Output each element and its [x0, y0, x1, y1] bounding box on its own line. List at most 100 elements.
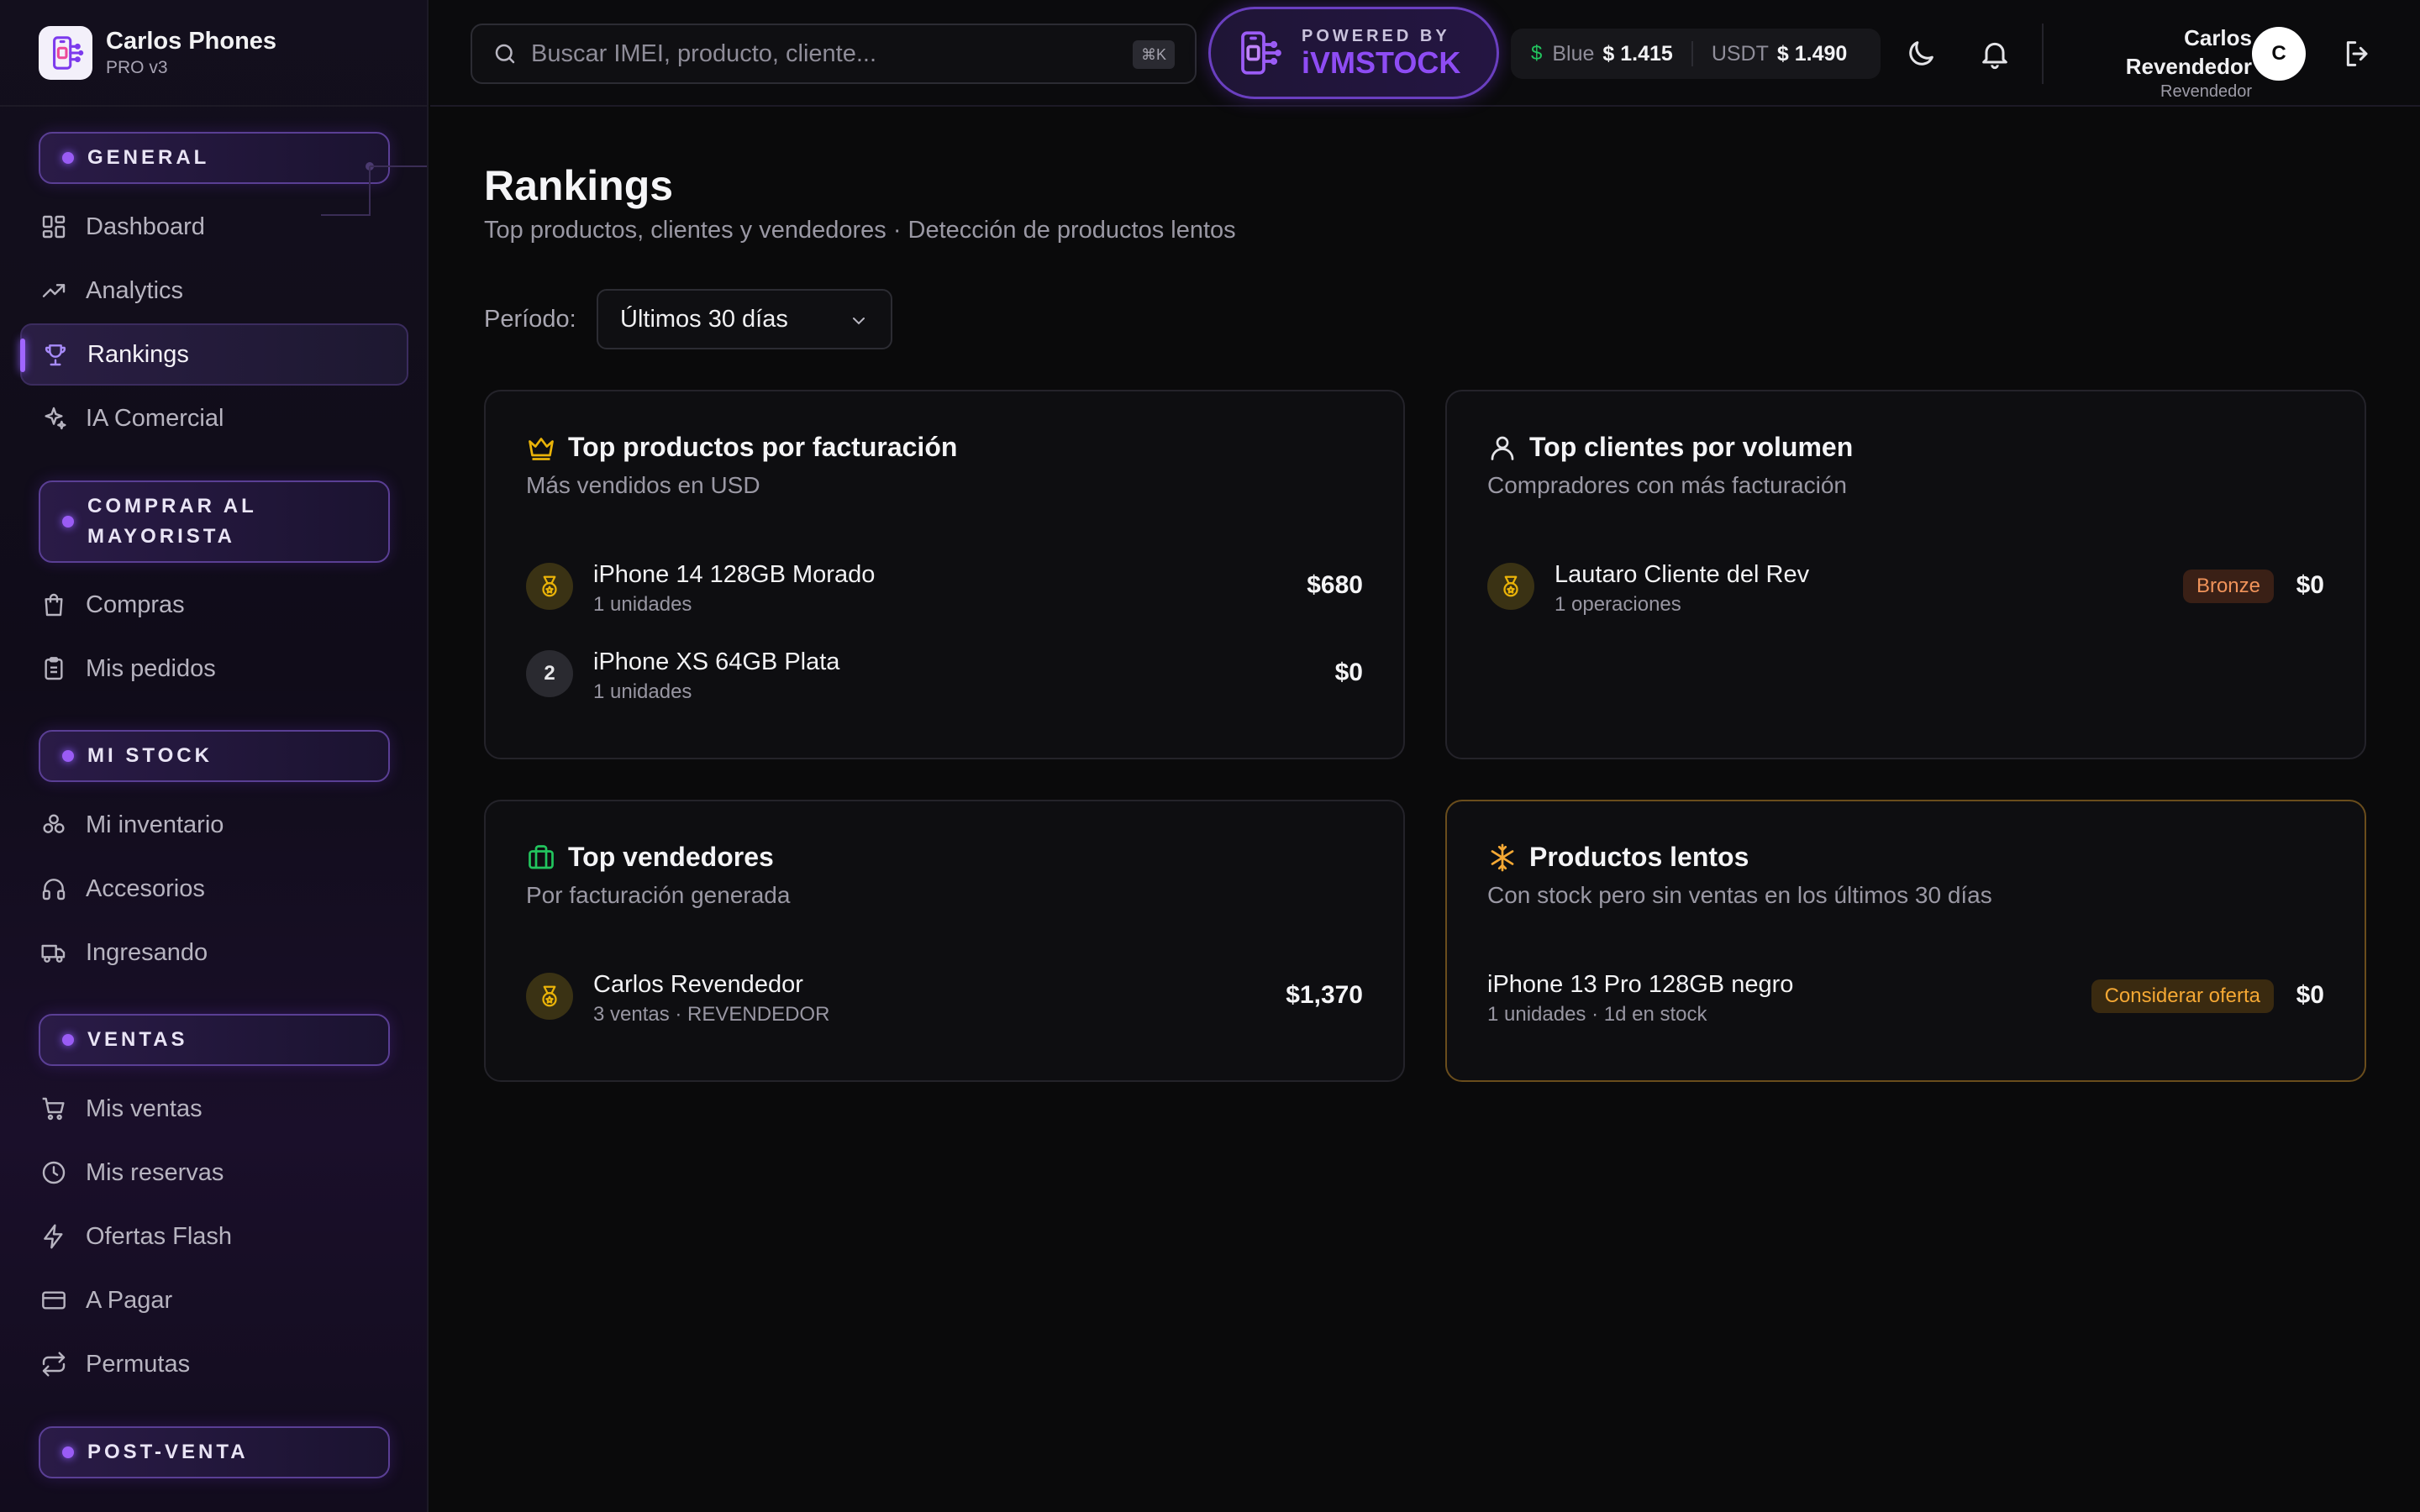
boxes-icon: [43, 814, 65, 833]
rate-usdt-value: $ 1.490: [1776, 41, 1848, 66]
logout-icon[interactable]: [2341, 37, 2375, 71]
sidebar-item-label: Ingresando: [86, 938, 208, 966]
brand-version: PRO v3: [106, 57, 168, 77]
bell-icon[interactable]: [1978, 37, 2012, 71]
product-units: 1 unidades: [593, 680, 692, 703]
cart-icon: [42, 1097, 65, 1121]
sidebar-item-label: Ofertas Flash: [86, 1222, 233, 1250]
client-operations: 1 operaciones: [1555, 593, 1681, 616]
product-name: iPhone XS 64GB Plata: [593, 648, 840, 675]
sidebar-item-permutas[interactable]: Permutas: [20, 1333, 408, 1395]
product-amount: $0: [1334, 659, 1363, 686]
sidebar-item-label: Mis pedidos: [86, 654, 216, 682]
section-label: POST-VENTA: [87, 1441, 249, 1463]
page-subtitle: Top productos, clientes y vendedores · D…: [484, 217, 1236, 244]
section-post-venta[interactable]: POST-VENTA: [39, 1426, 390, 1478]
search-input[interactable]: [531, 39, 1119, 68]
section-label: MI STOCK: [87, 744, 213, 767]
sidebar-item-analytics[interactable]: Analytics: [20, 260, 408, 322]
card-title: Top vendedores: [568, 842, 774, 872]
card-title: Top clientes por volumen: [1529, 432, 1854, 462]
sidebar-item-label: Analytics: [86, 276, 184, 304]
dashboard-icon: [42, 215, 66, 239]
rate-blue-label: Blue: [1552, 41, 1595, 66]
sidebar-item-label: Accesorios: [86, 874, 205, 902]
rate-usdt-label: USDT: [1711, 41, 1769, 66]
clock-icon: [42, 1161, 66, 1184]
ivmstock-logo-icon: [1241, 31, 1281, 75]
user-info[interactable]: Carlos Revendedor Revendedor: [2042, 24, 2252, 101]
clipboard-icon: [45, 657, 63, 680]
trending-up-icon: [42, 284, 66, 297]
section-mi-stock[interactable]: MI STOCK: [39, 730, 390, 782]
moon-icon[interactable]: [1904, 37, 1938, 71]
sidebar-item-label: Mis ventas: [86, 1095, 203, 1122]
sidebar-item-mis-pedidos[interactable]: Mis pedidos: [20, 638, 408, 700]
sidebar-item-a-pagar[interactable]: A Pagar: [20, 1269, 408, 1331]
period-value: Últimos 30 días: [620, 305, 788, 333]
client-amount: $0: [2296, 571, 2324, 599]
section-ventas[interactable]: VENTAS: [39, 1014, 390, 1066]
seller-meta: 3 ventas · REVENDEDOR: [593, 1003, 830, 1026]
topbar: ⌘K POWERED BY iVMSTOCK $ Blue $ 1.415 US…: [430, 0, 2420, 107]
medal-icon: [1487, 563, 1534, 610]
card-subtitle: Con stock pero sin ventas en los últimos…: [1487, 882, 1992, 908]
rank-number: 2: [526, 650, 573, 697]
truck-icon: [41, 944, 66, 963]
list-item[interactable]: 2 iPhone XS 64GB Plata 1 unidades $0: [526, 643, 1363, 704]
card-top-sellers: Top vendedores Por facturación generada …: [484, 800, 1405, 1082]
sidebar-item-compras[interactable]: Compras: [20, 574, 408, 636]
sidebar-item-ofertas-flash[interactable]: Ofertas Flash: [20, 1205, 408, 1268]
sidebar-item-mi-inventario[interactable]: Mi inventario: [20, 794, 408, 856]
section-label-line2: MAYORISTA: [87, 525, 236, 548]
sidebar: Carlos Phones PRO v3 GENERAL Dashboard A…: [0, 0, 429, 1512]
sidebar-item-label: Mi inventario: [86, 811, 224, 838]
product-name: iPhone 14 128GB Morado: [593, 561, 876, 588]
period-select[interactable]: Últimos 30 días: [597, 289, 892, 349]
section-dot-icon: [62, 152, 74, 164]
brand[interactable]: Carlos Phones PRO v3: [0, 0, 427, 107]
sidebar-item-ia-comercial[interactable]: IA Comercial: [20, 387, 408, 449]
section-comprar-mayorista[interactable]: COMPRAR AL MAYORISTA: [39, 480, 390, 563]
user-icon: [1491, 436, 1514, 460]
section-label: VENTAS: [87, 1028, 188, 1051]
brand-logo-icon: [39, 25, 92, 80]
list-item[interactable]: iPhone 14 128GB Morado 1 unidades $680: [526, 556, 1363, 617]
offer-badge[interactable]: Considerar oferta: [2091, 979, 2274, 1013]
card-subtitle: Compradores con más facturación: [1487, 472, 1847, 498]
card-top-clients: Top clientes por volumen Compradores con…: [1445, 390, 2366, 759]
section-dot-icon: [62, 1034, 74, 1046]
sidebar-item-label: Permutas: [86, 1350, 191, 1378]
chevron-down-icon: [853, 318, 865, 325]
list-item[interactable]: Carlos Revendedor 3 ventas · REVENDEDOR …: [526, 966, 1363, 1026]
card-title: Productos lentos: [1529, 842, 1749, 872]
client-name: Lautaro Cliente del Rev: [1555, 561, 1810, 588]
list-item[interactable]: iPhone 13 Pro 128GB negro 1 unidades · 1…: [1487, 966, 2324, 1026]
search-box[interactable]: ⌘K: [471, 24, 1197, 84]
seller-name: Carlos Revendedor: [593, 971, 803, 998]
sidebar-item-label: Rankings: [87, 340, 189, 368]
search-icon: [495, 44, 515, 64]
sidebar-item-label: A Pagar: [86, 1286, 173, 1314]
product-amount: $680: [1307, 571, 1363, 599]
list-item[interactable]: Lautaro Cliente del Rev 1 operaciones Br…: [1487, 556, 2324, 617]
user-name: Carlos Revendedor: [2125, 25, 2252, 79]
period-label: Período:: [484, 306, 576, 333]
shortcut-badge: ⌘K: [1132, 40, 1175, 69]
seller-amount: $1,370: [1286, 981, 1363, 1009]
sidebar-item-dashboard[interactable]: Dashboard: [20, 196, 408, 258]
rate-blue-value: $ 1.415: [1602, 41, 1673, 66]
sidebar-item-ingresando[interactable]: Ingresando: [20, 921, 408, 984]
sidebar-item-accesorios[interactable]: Accesorios: [20, 858, 408, 920]
crown-icon: [529, 437, 554, 460]
powered-by-badge[interactable]: POWERED BY iVMSTOCK: [1208, 7, 1499, 99]
sidebar-item-mis-ventas[interactable]: Mis ventas: [20, 1078, 408, 1140]
exchange-rates: $ Blue $ 1.415 USDT $ 1.490: [1511, 29, 1881, 79]
snowflake-icon: [1491, 843, 1514, 871]
avatar[interactable]: C: [2252, 27, 2306, 81]
sidebar-item-rankings[interactable]: Rankings: [20, 323, 408, 386]
section-label: GENERAL: [87, 146, 210, 169]
tier-badge: Bronze: [2182, 570, 2274, 603]
sidebar-item-mis-reservas[interactable]: Mis reservas: [20, 1142, 408, 1204]
page-title: Rankings: [484, 162, 674, 209]
